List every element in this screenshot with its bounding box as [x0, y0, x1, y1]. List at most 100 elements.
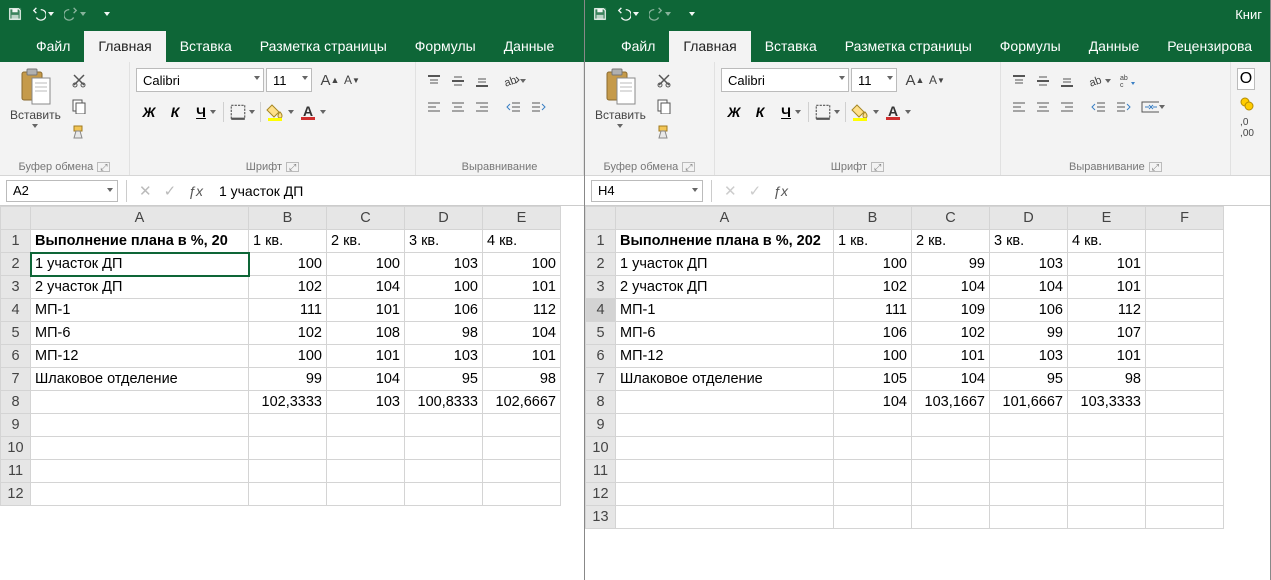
- cell[interactable]: [483, 483, 561, 506]
- currency-icon[interactable]: [1237, 94, 1257, 114]
- cell[interactable]: 104: [912, 276, 990, 299]
- font-color-button[interactable]: A: [881, 102, 913, 122]
- row-header[interactable]: 12: [1, 483, 31, 506]
- cell[interactable]: [483, 460, 561, 483]
- cell[interactable]: 103: [405, 345, 483, 368]
- decrease-indent-icon[interactable]: [502, 96, 526, 118]
- cell[interactable]: 108: [327, 322, 405, 345]
- font-launcher-icon[interactable]: ⤢: [871, 162, 884, 172]
- increase-indent-icon[interactable]: [526, 96, 550, 118]
- formula-input[interactable]: [796, 180, 1270, 202]
- row-header[interactable]: 6: [1, 345, 31, 368]
- row-header[interactable]: 4: [586, 299, 616, 322]
- cell[interactable]: 106: [405, 299, 483, 322]
- cell[interactable]: 99: [249, 368, 327, 391]
- name-box[interactable]: H4: [591, 180, 703, 202]
- cell[interactable]: [1146, 506, 1224, 529]
- orientation-icon[interactable]: ab: [502, 70, 526, 92]
- orientation-icon[interactable]: ab: [1087, 70, 1111, 92]
- cell[interactable]: [1146, 460, 1224, 483]
- align-middle-icon[interactable]: [446, 70, 470, 92]
- tab-pagelayout[interactable]: Разметка страницы: [246, 31, 401, 62]
- cell[interactable]: [249, 437, 327, 460]
- cell[interactable]: 102: [912, 322, 990, 345]
- row-header[interactable]: 10: [586, 437, 616, 460]
- cell[interactable]: [1146, 483, 1224, 506]
- row-header[interactable]: 4: [1, 299, 31, 322]
- cell[interactable]: МП-12: [31, 345, 249, 368]
- tab-pagelayout[interactable]: Разметка страницы: [831, 31, 986, 62]
- cell[interactable]: МП-12: [616, 345, 834, 368]
- cell[interactable]: 103,3333: [1068, 391, 1146, 414]
- align-right-icon[interactable]: [1055, 96, 1079, 118]
- cell[interactable]: [327, 460, 405, 483]
- cell[interactable]: 106: [834, 322, 912, 345]
- cell[interactable]: [405, 414, 483, 437]
- save-icon[interactable]: [8, 7, 22, 21]
- cell[interactable]: 101: [327, 345, 405, 368]
- row-header[interactable]: 11: [586, 460, 616, 483]
- cell[interactable]: 104: [834, 391, 912, 414]
- font-size-combo[interactable]: 11: [851, 68, 897, 92]
- cell[interactable]: [834, 506, 912, 529]
- borders-button[interactable]: [812, 103, 842, 121]
- cell[interactable]: [834, 437, 912, 460]
- grow-font-icon[interactable]: A▲: [320, 70, 340, 90]
- tab-file[interactable]: Файл: [607, 31, 669, 62]
- cell[interactable]: 111: [249, 299, 327, 322]
- column-header[interactable]: C: [327, 207, 405, 230]
- cell[interactable]: 106: [990, 299, 1068, 322]
- row-header[interactable]: 2: [1, 253, 31, 276]
- column-header[interactable]: B: [249, 207, 327, 230]
- cell[interactable]: 95: [405, 368, 483, 391]
- save-icon[interactable]: [593, 7, 607, 21]
- cell[interactable]: 98: [1068, 368, 1146, 391]
- align-left-icon[interactable]: [1007, 96, 1031, 118]
- cell[interactable]: [327, 437, 405, 460]
- cell[interactable]: МП-6: [616, 322, 834, 345]
- formula-input[interactable]: [211, 180, 584, 202]
- row-header[interactable]: 2: [586, 253, 616, 276]
- column-header[interactable]: E: [1068, 207, 1146, 230]
- bold-button[interactable]: Ж: [136, 100, 162, 124]
- enter-icon[interactable]: ✓: [749, 182, 762, 200]
- tab-file[interactable]: Файл: [22, 31, 84, 62]
- align-top-icon[interactable]: [422, 70, 446, 92]
- row-header[interactable]: 9: [1, 414, 31, 437]
- cell[interactable]: 100: [483, 253, 561, 276]
- cell[interactable]: [616, 391, 834, 414]
- copy-icon[interactable]: [654, 96, 674, 116]
- cell[interactable]: 1 участок ДП: [31, 253, 249, 276]
- cell[interactable]: [483, 437, 561, 460]
- customize-qat-icon[interactable]: [104, 12, 110, 16]
- cell[interactable]: [1146, 437, 1224, 460]
- cell[interactable]: 103: [990, 253, 1068, 276]
- cell[interactable]: 104: [483, 322, 561, 345]
- format-painter-icon[interactable]: [69, 122, 89, 142]
- tab-formulas[interactable]: Формулы: [986, 31, 1075, 62]
- cell[interactable]: 104: [990, 276, 1068, 299]
- column-header[interactable]: E: [483, 207, 561, 230]
- tab-data[interactable]: Данные: [1075, 31, 1154, 62]
- cancel-icon[interactable]: ✕: [724, 182, 737, 200]
- cell[interactable]: 112: [483, 299, 561, 322]
- paste-button[interactable]: Вставить: [591, 66, 650, 130]
- row-header[interactable]: 13: [586, 506, 616, 529]
- cut-icon[interactable]: [654, 70, 674, 90]
- worksheet-grid-left[interactable]: ABCDE1Выполнение плана в %, 201 кв.2 кв.…: [0, 206, 584, 580]
- grow-font-icon[interactable]: A▲: [905, 70, 925, 90]
- cell[interactable]: 104: [327, 276, 405, 299]
- cell[interactable]: [1068, 460, 1146, 483]
- cell[interactable]: 3 кв.: [405, 230, 483, 253]
- cell[interactable]: [327, 414, 405, 437]
- cell[interactable]: 104: [327, 368, 405, 391]
- italic-button[interactable]: К: [162, 100, 188, 124]
- row-header[interactable]: 5: [1, 322, 31, 345]
- cell[interactable]: [990, 483, 1068, 506]
- worksheet-grid-right[interactable]: ABCDEF1Выполнение плана в %, 2021 кв.2 к…: [585, 206, 1270, 580]
- cell[interactable]: 103: [405, 253, 483, 276]
- clipboard-launcher-icon[interactable]: ⤢: [97, 162, 110, 172]
- cell[interactable]: МП-6: [31, 322, 249, 345]
- align-top-icon[interactable]: [1007, 70, 1031, 92]
- cell[interactable]: [31, 414, 249, 437]
